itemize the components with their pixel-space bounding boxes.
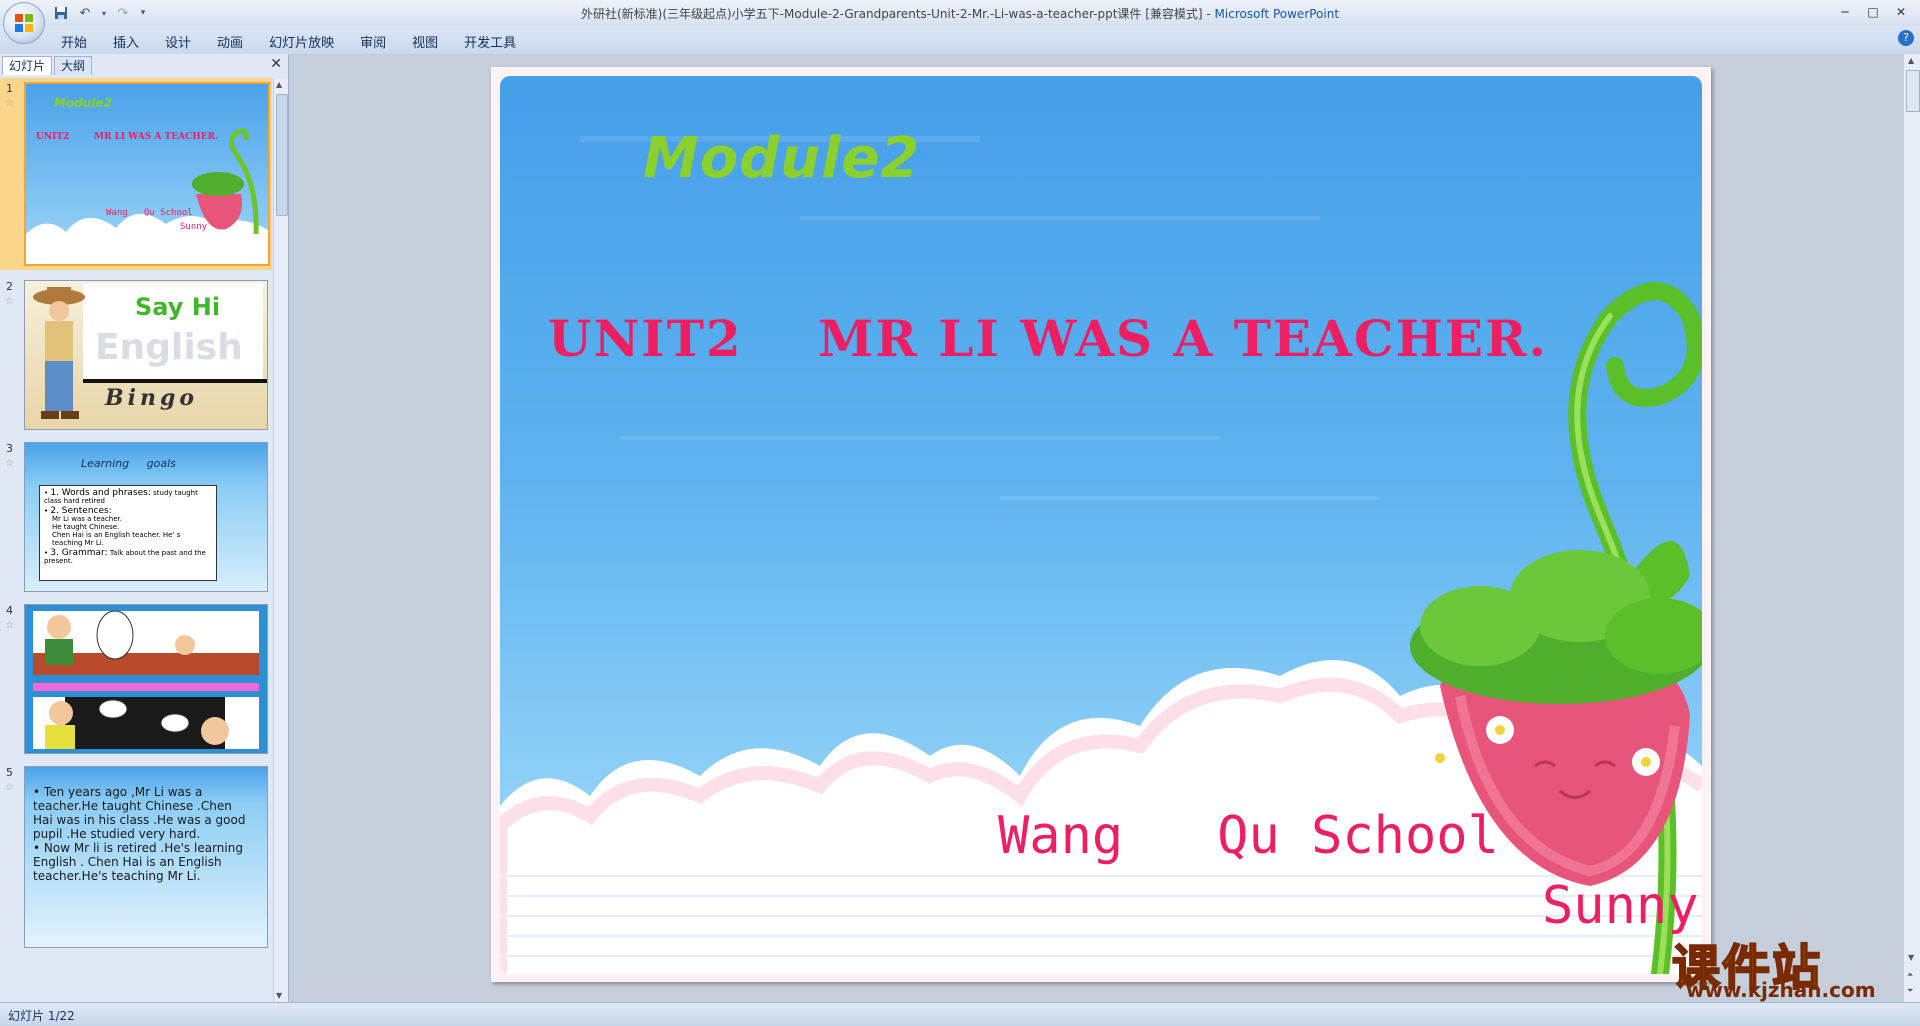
slide-thumbnail-4[interactable]: 4 ☆ [0, 600, 272, 758]
animation-star-icon: ☆ [5, 458, 14, 469]
slide-thumbnail-2[interactable]: 2 ☆ Say Hi English Bingo [0, 276, 272, 434]
thumbnail-image: Say Hi English Bingo [24, 280, 268, 430]
thumb-goal-3: • 3. Grammar: Talk about the past and th… [44, 548, 206, 566]
tab-review[interactable]: 审阅 [347, 30, 399, 53]
thumb-bingo: Bingo [105, 385, 199, 411]
slide-number: 5 [6, 766, 13, 779]
thumbnail-image: Learning goals • 1. Words and phrases: s… [24, 442, 268, 592]
panel-tabs: 幻灯片 大纲 ✕ [2, 54, 286, 76]
thumb-story-text: • Ten years ago ,Mr Li was a teacher.He … [33, 785, 255, 883]
thumb-say-hi: Say Hi [135, 293, 221, 321]
thumb-english: English [95, 327, 243, 368]
strawberry-illustration [192, 128, 259, 234]
scroll-thumb[interactable] [1906, 70, 1920, 112]
thumb-module-title: Module2 [54, 96, 112, 110]
slides-panel: 幻灯片 大纲 ✕ 1 ☆ Module2 UNIT2 MR LI WAS A T… [0, 54, 289, 1002]
previous-slide-icon[interactable]: ⏶ [1907, 970, 1913, 980]
slide-thumbnail-5[interactable]: 5 ☆ • Ten years ago ,Mr Li was a teacher… [0, 762, 272, 1002]
slide-number: 2 [6, 280, 13, 293]
module-title[interactable]: Module2 [643, 126, 920, 191]
thumbnail-image [24, 604, 268, 754]
tab-animations[interactable]: 动画 [204, 30, 256, 53]
scroll-down-icon[interactable]: ▼ [276, 991, 282, 1000]
help-icon[interactable]: ? [1898, 30, 1914, 46]
lesson-title[interactable]: MR LI WAS A TEACHER. [818, 309, 1548, 368]
scroll-down-icon[interactable]: ▼ [1908, 953, 1914, 962]
thumb-goal-2-line-3: Chen Hai is an English teacher. He' s te… [52, 531, 181, 547]
tab-outline[interactable]: 大纲 [54, 56, 93, 75]
unit-label[interactable]: UNIT2 [548, 309, 743, 368]
tab-slide-show[interactable]: 幻灯片放映 [256, 30, 347, 53]
thumb-goal-2: • 2. Sentences: [44, 506, 112, 516]
scroll-thumb[interactable] [276, 94, 288, 216]
scroll-up-icon[interactable]: ▲ [276, 80, 282, 89]
slide-thumbnail-list: 1 ☆ Module2 UNIT2 MR LI WAS A TEACHER. W… [0, 78, 272, 1002]
maximize-icon[interactable]: □ [1860, 3, 1886, 21]
tab-slides[interactable]: 幻灯片 [2, 56, 53, 75]
scroll-up-icon[interactable]: ▲ [1908, 56, 1914, 65]
office-button[interactable] [3, 2, 45, 44]
slide-counter: 幻灯片 1/22 [8, 1009, 75, 1023]
divider [83, 379, 267, 383]
slide-background: Module2 UNIT2 MR LI WAS A TEACHER. Wang … [500, 76, 1702, 974]
minimize-icon[interactable]: ─ [1832, 3, 1858, 21]
slide-number: 3 [6, 442, 13, 455]
ribbon-tabs: 开始 插入 设计 动画 幻灯片放映 审阅 视图 开发工具 [48, 30, 529, 53]
animation-star-icon: ☆ [5, 98, 14, 109]
window-controls: ─ □ ✕ [1832, 3, 1914, 21]
thumb-heading: Learning goals [81, 457, 176, 470]
thumb-story-line-2: • Now Mr li is retired .He's learning En… [33, 841, 243, 883]
slide-number: 4 [6, 604, 13, 617]
close-panel-icon[interactable]: ✕ [270, 56, 282, 72]
tab-insert[interactable]: 插入 [100, 30, 152, 53]
slide-thumbnail-1[interactable]: 1 ☆ Module2 UNIT2 MR LI WAS A TEACHER. W… [0, 78, 272, 270]
next-slide-icon[interactable]: ⏷ [1907, 986, 1913, 996]
animation-star-icon: ☆ [5, 782, 14, 793]
tab-view[interactable]: 视图 [399, 30, 451, 53]
tab-design[interactable]: 设计 [152, 30, 204, 53]
office-logo-icon [15, 14, 33, 32]
title-bar: ↶ ▾ ↷ ▾ 外研社(新标准)(三年级起点)小学五下-Module-2-Gra… [0, 0, 1920, 27]
thumb-story-line-1: • Ten years ago ,Mr Li was a teacher.He … [33, 785, 246, 841]
status-bar: 幻灯片 1/22 [0, 1002, 1920, 1026]
slide-thumbnail-3[interactable]: 3 ☆ Learning goals • 1. Words and phrase… [0, 438, 272, 596]
window-title: 外研社(新标准)(三年级起点)小学五下-Module-2-Grandparent… [0, 5, 1920, 22]
app-name: Microsoft PowerPoint [1214, 7, 1340, 21]
thumbnail-image: • Ten years ago ,Mr Li was a teacher.He … [24, 766, 268, 948]
thumbnail-image: Module2 UNIT2 MR LI WAS A TEACHER. Wang … [24, 82, 270, 266]
author-name[interactable]: Sunny [1542, 876, 1699, 936]
document-name: 外研社(新标准)(三年级起点)小学五下-Module-2-Grandparent… [580, 7, 1215, 21]
ribbon-tabs-bar: 开始 插入 设计 动画 幻灯片放映 审阅 视图 开发工具 ? [0, 26, 1920, 55]
main-vertical-scrollbar[interactable]: ▲ ▼ ⏶ ⏷ [1903, 54, 1920, 1002]
slide-number: 1 [6, 82, 13, 95]
thumb-goal-2-line-1: Mr Li was a teacher. [52, 515, 123, 523]
thumb-unit-label: UNIT2 [36, 132, 70, 142]
close-icon[interactable]: ✕ [1888, 3, 1914, 21]
thumb-goals-box: • 1. Words and phrases: study taught cla… [39, 485, 217, 581]
cartoon-classroom-illustration [33, 610, 259, 749]
cowboy-illustration [33, 287, 85, 419]
slides-panel-scrollbar[interactable]: ▲ ▼ [273, 78, 288, 1002]
watermark-url: www.kjzhan.com [1686, 978, 1876, 1002]
thumb-author: Sunny [180, 222, 208, 232]
thumb-goal-1: • 1. Words and phrases: study taught cla… [44, 488, 198, 506]
thumb-school: Wang Qu School [106, 208, 193, 218]
animation-star-icon: ☆ [5, 620, 14, 631]
animation-star-icon: ☆ [5, 296, 14, 307]
tab-developer[interactable]: 开发工具 [451, 30, 529, 53]
site-watermark: 课件站 www.kjzhan.com [1668, 928, 1904, 1002]
school-name[interactable]: Wang Qu School [998, 806, 1499, 866]
current-slide[interactable]: Module2 UNIT2 MR LI WAS A TEACHER. Wang … [491, 67, 1711, 982]
tab-home[interactable]: 开始 [48, 30, 100, 53]
thumb-goal-2-line-2: He taught Chinese. [52, 523, 120, 531]
